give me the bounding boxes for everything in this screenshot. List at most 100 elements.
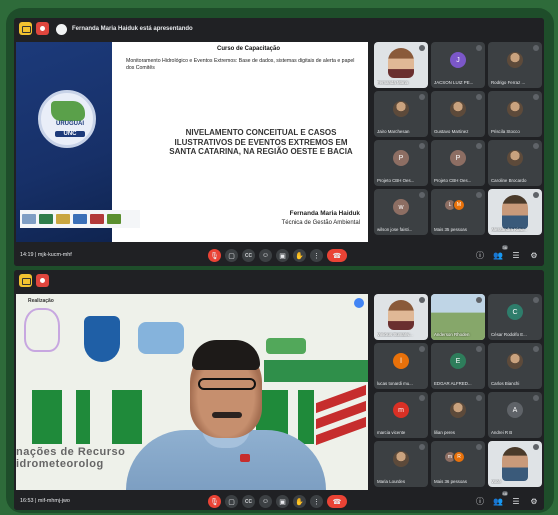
participant-tile[interactable]: w wilson jose faisti... xyxy=(374,189,428,235)
recording-icon[interactable] xyxy=(36,274,49,287)
more-options-button[interactable]: ⋮ xyxy=(310,495,323,508)
camera-toggle-button[interactable]: ▢ xyxy=(225,495,238,508)
mic-off-icon xyxy=(419,94,425,100)
participant-tile[interactable]: Jairo Marchesan xyxy=(374,91,428,137)
avatar xyxy=(507,353,523,369)
participant-tile[interactable]: l lucas tonardi mu... xyxy=(374,343,428,389)
participant-name: Vinicius Sumariv... xyxy=(377,332,413,337)
partner-logo-icon xyxy=(22,214,36,224)
people-count-badge: 36 xyxy=(501,245,508,250)
people-icon: 👥 xyxy=(493,250,503,260)
mic-toggle-button[interactable]: 🎙 xyxy=(208,495,221,508)
participant-name: Carlos Bianchi xyxy=(491,381,520,386)
chat-icon[interactable]: ☰ xyxy=(510,249,522,261)
captions-button[interactable]: cc xyxy=(242,249,255,262)
participant-tile[interactable]: Anderson Rhoden xyxy=(431,294,485,340)
participant-video xyxy=(388,300,414,330)
info-icon[interactable]: ⓘ xyxy=(474,495,486,507)
participant-name: Projeto CBH Oes... xyxy=(434,178,472,183)
participant-tile[interactable]: E EDGAR ALFRED... xyxy=(431,343,485,389)
info-icon[interactable]: ⓘ xyxy=(474,249,486,261)
participant-tile[interactable]: m marcia vicente xyxy=(374,392,428,438)
participant-tile[interactable]: P Projeto CBH Oes... xyxy=(374,140,428,186)
captions-button[interactable]: cc xyxy=(242,495,255,508)
speaker-hair xyxy=(192,340,260,370)
participant-tile[interactable]: Rodrigo Ferraz ... xyxy=(488,42,542,88)
partner-logo-icon xyxy=(73,214,87,224)
chat-icon[interactable]: ☰ xyxy=(510,495,522,507)
camera-toggle-button[interactable]: ▢ xyxy=(225,249,238,262)
participant-tile[interactable]: Gustavo Martinez xyxy=(431,91,485,137)
partner-logo-icon xyxy=(138,322,184,354)
mic-off-icon xyxy=(533,94,539,100)
people-icon: 👥 xyxy=(493,496,503,506)
avatar xyxy=(507,101,523,117)
present-button[interactable]: ▣ xyxy=(276,495,289,508)
avatar xyxy=(507,52,523,68)
raise-hand-button[interactable]: ✋ xyxy=(293,495,306,508)
mic-off-icon xyxy=(476,444,482,450)
avatar: M xyxy=(453,199,465,211)
participant-tile[interactable]: Maria Lourdes xyxy=(374,441,428,487)
mic-off-icon xyxy=(419,143,425,149)
participant-tile[interactable]: Vinicius Sumariv... xyxy=(374,294,428,340)
participant-tile[interactable]: P Projeto CBH Oes... xyxy=(431,140,485,186)
participant-tile[interactable]: Fernanda Maria xyxy=(374,42,428,88)
mic-off-icon xyxy=(419,297,425,303)
mic-off-icon xyxy=(476,346,482,352)
participant-name: EDGAR ALFRED... xyxy=(434,381,472,386)
avatar: R xyxy=(453,451,465,463)
call-controls: 🎙 ▢ cc ☺ ▣ ✋ ⋮ ☎ xyxy=(208,249,347,262)
avatar: w xyxy=(393,199,409,215)
participant-tile[interactable]: lilian peres xyxy=(431,392,485,438)
participant-tile[interactable]: C César Rodolfo E... xyxy=(488,294,542,340)
participant-video xyxy=(502,195,528,229)
participant-name: Maria Lourdes xyxy=(377,479,406,484)
activities-icon[interactable]: ⚙ xyxy=(528,249,540,261)
mic-off-icon xyxy=(476,297,482,303)
participant-tile[interactable]: Carlos Bianchi xyxy=(488,343,542,389)
emoji-button[interactable]: ☺ xyxy=(259,249,272,262)
activities-icon[interactable]: ⚙ xyxy=(528,495,540,507)
participant-tile[interactable]: Priscila Stocco xyxy=(488,91,542,137)
files-icon[interactable] xyxy=(19,274,32,287)
emoji-button[interactable]: ☺ xyxy=(259,495,272,508)
brain-logo-icon xyxy=(24,308,60,352)
people-button[interactable]: 👥 36 xyxy=(492,245,508,261)
partner-logos xyxy=(20,210,140,228)
more-options-button[interactable]: ⋮ xyxy=(310,249,323,262)
mic-off-icon xyxy=(419,346,425,352)
recording-icon[interactable] xyxy=(36,22,49,35)
call-controls: 🎙 ▢ cc ☺ ▣ ✋ ⋮ ☎ xyxy=(208,495,347,508)
participant-tile[interactable]: m R Mais 36 pessoas xyxy=(431,441,485,487)
participant-tile[interactable]: Alessandra Kiaw... xyxy=(488,189,542,235)
mic-off-icon xyxy=(419,395,425,401)
mic-off-icon xyxy=(533,297,539,303)
avatar: E xyxy=(450,353,466,369)
slide-author: Fernanda Maria Haiduk xyxy=(289,210,360,217)
partner-logo-icon xyxy=(90,214,104,224)
slide-logo: URUGUAI UNC xyxy=(38,90,96,148)
participant-tile[interactable]: Caroline Brocardo xyxy=(488,140,542,186)
banner-green-stripe xyxy=(264,360,368,382)
raise-hand-button[interactable]: ✋ xyxy=(293,249,306,262)
end-call-button[interactable]: ☎ xyxy=(327,249,347,262)
end-call-button[interactable]: ☎ xyxy=(327,495,347,508)
participant-video xyxy=(502,447,528,481)
people-button[interactable]: 👥 48 xyxy=(492,491,508,507)
participant-name: Rodrigo Ferraz ... xyxy=(491,80,526,85)
avatar xyxy=(450,101,466,117)
participant-name: Caroline Brocardo xyxy=(491,178,527,183)
avatar xyxy=(393,101,409,117)
mic-off-icon xyxy=(419,45,425,51)
slide-course-title: Curso de Capacitação xyxy=(216,46,281,52)
presenter-avatar xyxy=(56,23,67,35)
present-button[interactable]: ▣ xyxy=(276,249,289,262)
participant-tile[interactable]: Você xyxy=(488,441,542,487)
mic-toggle-button[interactable]: 🎙 xyxy=(208,249,221,262)
files-icon[interactable] xyxy=(19,22,32,35)
participant-tile[interactable]: A Andrei R B xyxy=(488,392,542,438)
participant-tile[interactable]: J JACSON LUIZ PE... xyxy=(431,42,485,88)
participant-tile[interactable]: L M Mais 35 pessoas xyxy=(431,189,485,235)
partner-logo-icon xyxy=(107,214,121,224)
